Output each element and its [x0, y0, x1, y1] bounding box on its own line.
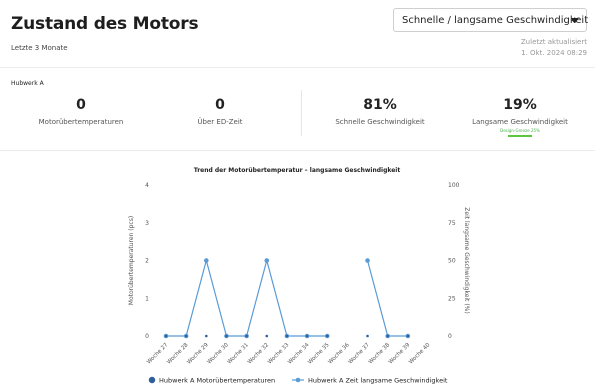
header: Zustand des Motors Letzte 3 Monate Schne… — [0, 0, 595, 68]
legend-marker-overtemperature — [148, 376, 156, 384]
kpi-label: Motorübertemperaturen — [38, 118, 124, 126]
kpi-value: 0 — [76, 97, 86, 113]
kpi-label: Über ED-Zeit — [197, 118, 243, 126]
data-point-overtemperature — [386, 334, 389, 338]
chart-title: Trend der Motorübertemperatur – langsame… — [194, 167, 401, 174]
x-tick-label: Woche 40 — [408, 342, 432, 366]
data-point-overtemperature — [366, 334, 369, 338]
data-point-overtemperature — [205, 334, 208, 338]
y-right-tick-label: 0 — [448, 333, 452, 340]
legend-label-overtemperature: Hubwerk A Motorübertemperaturen — [159, 376, 275, 384]
design-limit-note: Design-Grenze 25% — [500, 128, 540, 133]
speed-mode-dropdown[interactable]: Schnelle / langsame Geschwindigkeit — [393, 8, 589, 32]
kpi-divider — [301, 90, 302, 136]
y-left-tick-label: 2 — [145, 258, 149, 265]
data-point-overtemperature — [305, 334, 309, 338]
kpi-label: Schnelle Geschwindigkeit — [335, 118, 425, 126]
y-left-tick-label: 4 — [145, 182, 149, 189]
last-updated-value: 1. Okt. 2024 08:29 — [521, 49, 587, 57]
series-line-slow-speed-time — [366, 260, 408, 337]
kpi-overtemperature: 0 Motorübertemperaturen — [11, 97, 151, 127]
data-point-overtemperature — [406, 334, 410, 338]
data-point-overtemperature — [285, 334, 289, 338]
y-axis-left-label: Motorübertemperaturen (pcs) — [128, 216, 135, 305]
series-line-slow-speed-time — [166, 258, 328, 337]
data-point-slow-speed-time — [365, 258, 370, 263]
design-limit-bar — [508, 135, 532, 137]
caret-down-icon — [571, 18, 579, 23]
kpi-fast-speed: 81% Schnelle Geschwindigkeit — [310, 97, 450, 127]
kpi-slow-speed: 19% Langsame Geschwindigkeit Design-Gren… — [450, 97, 590, 137]
data-point-overtemperature — [164, 334, 168, 338]
legend-label-slow-speed-time: Hubwerk A Zeit langsame Geschwindigkeit — [308, 376, 448, 384]
kpi-value: 81% — [363, 97, 397, 113]
y-axis-right-label: Zeit langsame Geschwindigkeit (%) — [463, 207, 470, 313]
legend-marker-slow-speed-time — [295, 377, 301, 383]
section-label: Hubwerk A — [11, 80, 44, 87]
last-updated-label: Zuletzt aktualisiert — [520, 38, 587, 46]
period-label: Letzte 3 Monate — [11, 44, 68, 52]
y-left-tick-label: 3 — [145, 220, 149, 227]
y-right-tick-label: 50 — [448, 258, 456, 265]
kpi-label: Langsame Geschwindigkeit — [472, 118, 568, 126]
section-divider — [0, 150, 595, 151]
kpi-value: 0 — [215, 97, 225, 113]
data-point-slow-speed-time — [264, 258, 270, 263]
kpi-value: 19% — [503, 97, 537, 113]
y-right-tick-label: 100 — [448, 182, 460, 189]
y-left-tick-label: 1 — [145, 295, 149, 302]
kpi-over-ed-time: 0 Über ED-Zeit — [150, 97, 290, 127]
y-right-tick-label: 25 — [448, 295, 456, 302]
data-point-overtemperature — [265, 334, 269, 338]
page-title: Zustand des Motors — [11, 14, 199, 34]
data-point-overtemperature — [245, 334, 248, 338]
data-point-slow-speed-time — [204, 258, 209, 263]
data-point-overtemperature — [184, 334, 188, 338]
y-left-tick-label: 0 — [145, 333, 149, 340]
y-right-tick-label: 75 — [448, 220, 456, 227]
trend-chart: Trend der Motorübertemperatur – langsame… — [128, 167, 470, 384]
data-point-overtemperature — [325, 334, 329, 338]
data-point-overtemperature — [225, 334, 228, 338]
speed-mode-dropdown-label: Schnelle / langsame Geschwindigkeit — [402, 14, 589, 26]
